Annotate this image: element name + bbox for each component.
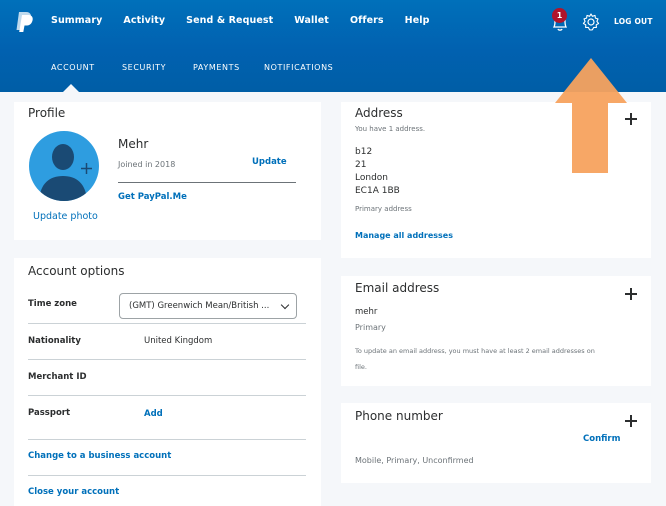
phone-title: Phone number xyxy=(355,409,443,423)
divider xyxy=(28,395,306,396)
active-tab-indicator xyxy=(62,84,80,93)
address-line: EC1A 1BB xyxy=(355,186,400,196)
divider xyxy=(28,323,306,324)
tab-security[interactable]: SECURITY xyxy=(122,63,166,72)
profile-divider xyxy=(118,182,296,183)
confirm-phone-button[interactable]: Confirm xyxy=(583,434,620,444)
nav-send-request[interactable]: Send & Request xyxy=(186,15,273,26)
timezone-select[interactable]: (GMT) Greenwich Mean/British ... xyxy=(119,293,297,319)
nav-help[interactable]: Help xyxy=(405,15,430,26)
notification-badge: 1 xyxy=(552,8,567,23)
merchant-id-label: Merchant ID xyxy=(28,372,87,382)
main-nav: Summary Activity Send & Request Wallet O… xyxy=(51,15,451,26)
email-value: mehr xyxy=(355,307,378,317)
divider xyxy=(28,475,306,476)
address-line: b12 xyxy=(355,147,373,157)
nav-wallet[interactable]: Wallet xyxy=(294,15,329,26)
primary-address-label: Primary address xyxy=(355,205,412,213)
nav-offers[interactable]: Offers xyxy=(350,15,384,26)
logout-button[interactable]: LOG OUT xyxy=(614,17,653,26)
annotation-arrow xyxy=(555,58,627,173)
address-line: London xyxy=(355,173,388,183)
timezone-label: Time zone xyxy=(28,299,77,309)
get-paypal-me-link[interactable]: Get PayPal.Me xyxy=(118,192,187,202)
add-email-plus-icon[interactable] xyxy=(625,288,637,300)
address-title: Address xyxy=(355,106,403,120)
nav-summary[interactable]: Summary xyxy=(51,15,102,26)
address-line: 21 xyxy=(355,160,367,170)
profile-title: Profile xyxy=(28,106,66,120)
tab-payments[interactable]: PAYMENTS xyxy=(193,63,240,72)
paypal-logo-icon[interactable] xyxy=(14,11,34,33)
close-account-link[interactable]: Close your account xyxy=(28,487,119,497)
tab-notifications[interactable]: NOTIFICATIONS xyxy=(264,63,333,72)
update-profile-button[interactable]: Update xyxy=(252,157,287,167)
divider xyxy=(28,439,306,440)
add-phone-plus-icon[interactable] xyxy=(625,415,637,427)
joined-date: Joined in 2018 xyxy=(118,160,176,169)
passport-label: Passport xyxy=(28,408,71,418)
tab-account[interactable]: ACCOUNT xyxy=(51,63,95,72)
update-photo-link[interactable]: Update photo xyxy=(33,211,98,222)
address-count: You have 1 address. xyxy=(355,125,426,133)
nav-activity[interactable]: Activity xyxy=(123,15,165,26)
add-photo-plus-icon[interactable] xyxy=(80,162,93,175)
nationality-label: Nationality xyxy=(28,336,81,346)
email-title: Email address xyxy=(355,281,440,295)
chevron-down-icon xyxy=(280,300,290,310)
nationality-value: United Kingdom xyxy=(144,336,213,346)
timezone-value: (GMT) Greenwich Mean/British ... xyxy=(129,301,270,311)
manage-addresses-link[interactable]: Manage all addresses xyxy=(355,231,453,240)
email-note: file. xyxy=(355,363,367,371)
account-options-title: Account options xyxy=(28,264,125,278)
change-to-business-link[interactable]: Change to a business account xyxy=(28,451,171,461)
email-note: To update an email address, you must hav… xyxy=(355,347,595,355)
phone-status: Mobile, Primary, Unconfirmed xyxy=(355,456,474,465)
divider xyxy=(28,359,306,360)
profile-name: Mehr xyxy=(118,137,149,151)
add-passport-link[interactable]: Add xyxy=(144,409,163,419)
email-primary-label: Primary xyxy=(355,323,386,332)
gear-icon[interactable] xyxy=(581,12,601,32)
